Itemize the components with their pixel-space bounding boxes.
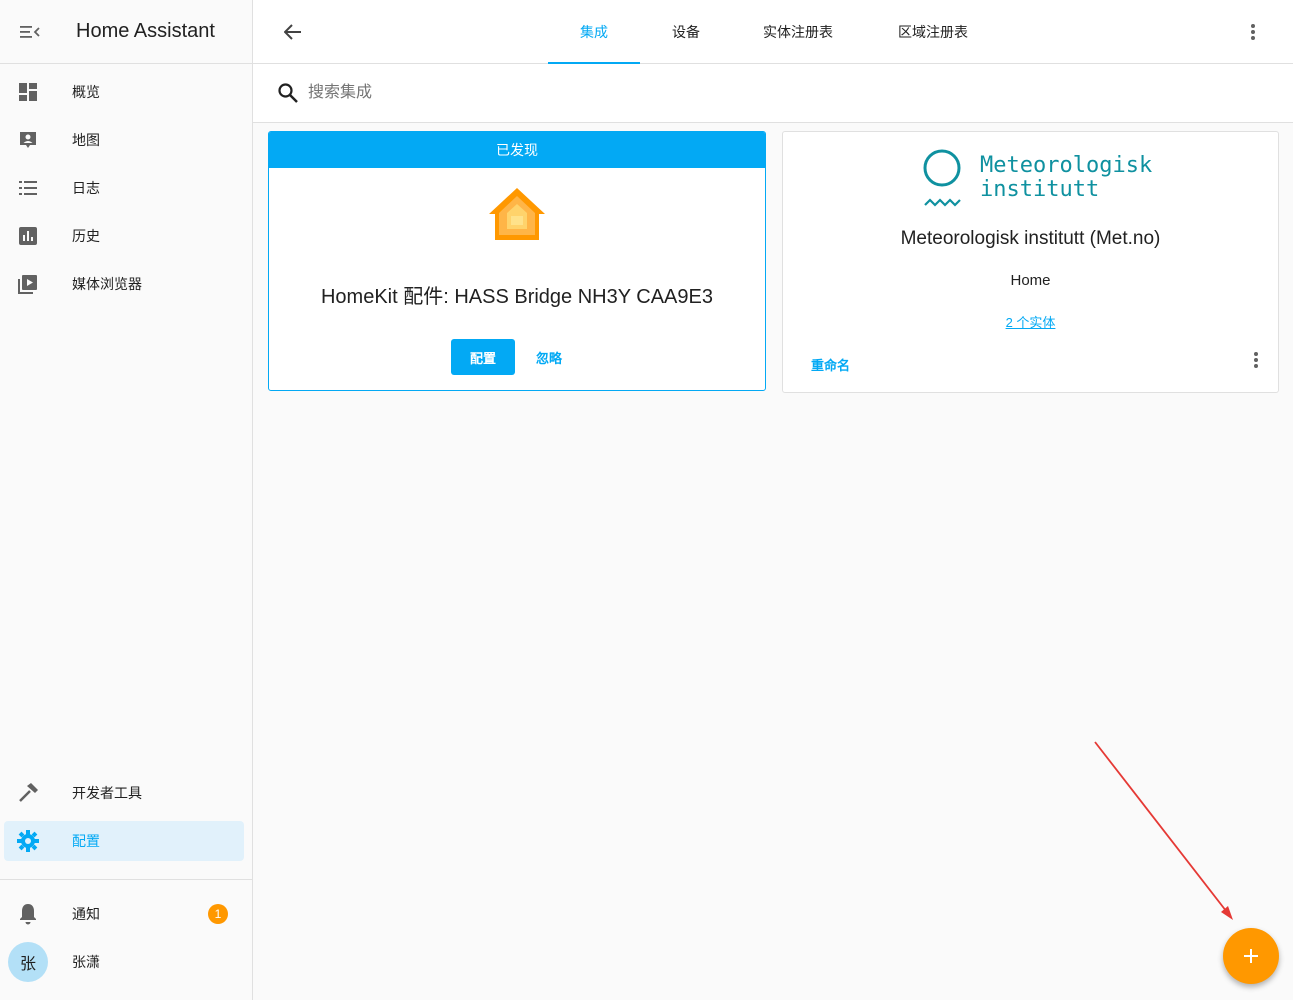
search-bar bbox=[253, 64, 1293, 123]
sidebar-item-label: 概览 bbox=[72, 84, 100, 100]
add-integration-button[interactable] bbox=[1223, 928, 1279, 984]
tab-label: 实体注册表 bbox=[763, 24, 833, 40]
homekit-icon bbox=[489, 188, 545, 240]
sidebar-item-label: 媒体浏览器 bbox=[72, 276, 142, 292]
sidebar-item-overview[interactable]: 概览 bbox=[4, 72, 244, 112]
integration-card-location: Home bbox=[1010, 272, 1051, 289]
more-vertical-icon bbox=[1254, 352, 1258, 368]
integration-card-met: Meteorologisk institutt Meteorologisk in… bbox=[782, 131, 1279, 393]
discovered-banner: 已发现 bbox=[269, 132, 765, 168]
sidebar-header: Home Assistant bbox=[0, 0, 252, 64]
logbook-icon bbox=[4, 179, 52, 197]
avatar: 张 bbox=[8, 942, 48, 982]
ignore-button[interactable]: 忽略 bbox=[524, 339, 574, 375]
user-name: 张潇 bbox=[72, 954, 100, 970]
tab-label: 设备 bbox=[672, 24, 700, 40]
rename-button[interactable]: 重命名 bbox=[811, 355, 850, 374]
sidebar-item-label: 开发者工具 bbox=[72, 785, 142, 801]
arrow-left-icon bbox=[284, 24, 301, 40]
tab-entity-registry[interactable]: 实体注册表 bbox=[743, 0, 853, 64]
sidebar-item-label: 历史 bbox=[72, 228, 100, 244]
bell-icon bbox=[4, 903, 52, 925]
tab-label: 区域注册表 bbox=[898, 24, 968, 40]
sidebar-item-user[interactable]: 张 张潇 bbox=[4, 942, 244, 982]
card-overflow-button[interactable] bbox=[1254, 352, 1258, 373]
hammer-icon bbox=[4, 782, 52, 804]
sidebar-item-label: 日志 bbox=[72, 180, 100, 196]
sidebar: Home Assistant 概览 地图 日志 历史 媒体浏览器 开发者工具 配… bbox=[0, 0, 253, 1000]
media-browser-icon bbox=[4, 274, 52, 294]
tab-devices[interactable]: 设备 bbox=[640, 0, 732, 64]
more-vertical-icon bbox=[1251, 24, 1255, 40]
dashboard-icon bbox=[4, 82, 52, 102]
sidebar-item-developer-tools[interactable]: 开发者工具 bbox=[4, 773, 244, 813]
sidebar-item-label: 配置 bbox=[72, 833, 100, 849]
entities-link[interactable]: 2 个实体 bbox=[783, 312, 1278, 331]
app-title: Home Assistant bbox=[76, 20, 215, 42]
history-chart-icon bbox=[4, 227, 52, 245]
sidebar-item-label: 通知 bbox=[72, 906, 100, 922]
discovered-integration-card: 已发现 HomeKit 配件: HASS Bridge NH3Y CAA9E3 … bbox=[268, 131, 766, 391]
integration-card-title: Meteorologisk institutt (Met.no) bbox=[900, 228, 1161, 249]
map-icon bbox=[4, 130, 52, 150]
menu-open-icon bbox=[20, 25, 40, 38]
tab-area-registry[interactable]: 区域注册表 bbox=[878, 0, 988, 64]
back-button[interactable] bbox=[279, 18, 307, 46]
sidebar-item-configuration[interactable]: 配置 bbox=[4, 821, 244, 861]
sidebar-item-notifications[interactable]: 通知 1 bbox=[4, 894, 244, 934]
sidebar-item-logbook[interactable]: 日志 bbox=[4, 168, 244, 208]
sidebar-item-media-browser[interactable]: 媒体浏览器 bbox=[4, 264, 244, 304]
annotation-arrow-icon bbox=[1094, 741, 1233, 920]
discovered-card-title: HomeKit 配件: HASS Bridge NH3Y CAA9E3 bbox=[320, 286, 713, 308]
sidebar-item-map[interactable]: 地图 bbox=[4, 120, 244, 160]
tab-label: 集成 bbox=[580, 24, 608, 40]
sidebar-item-label: 地图 bbox=[72, 132, 100, 148]
menu-collapse-button[interactable] bbox=[2, 0, 58, 64]
met-logo-text: Meteorologisk institutt bbox=[980, 153, 1153, 202]
met-logo: Meteorologisk institutt bbox=[921, 148, 1153, 210]
search-icon bbox=[278, 83, 298, 103]
plus-icon bbox=[1244, 949, 1258, 963]
tab-integrations[interactable]: 集成 bbox=[548, 0, 640, 64]
met-logo-mark bbox=[923, 149, 961, 207]
search-input[interactable] bbox=[308, 80, 908, 106]
configure-button[interactable]: 配置 bbox=[451, 339, 515, 375]
notification-count-badge: 1 bbox=[208, 904, 228, 924]
overflow-menu-button[interactable] bbox=[1241, 20, 1265, 44]
sidebar-item-history[interactable]: 历史 bbox=[4, 216, 244, 256]
top-app-bar: 集成 设备 实体注册表 区域注册表 bbox=[253, 0, 1293, 64]
sidebar-divider bbox=[0, 879, 252, 880]
gear-icon bbox=[4, 830, 52, 852]
